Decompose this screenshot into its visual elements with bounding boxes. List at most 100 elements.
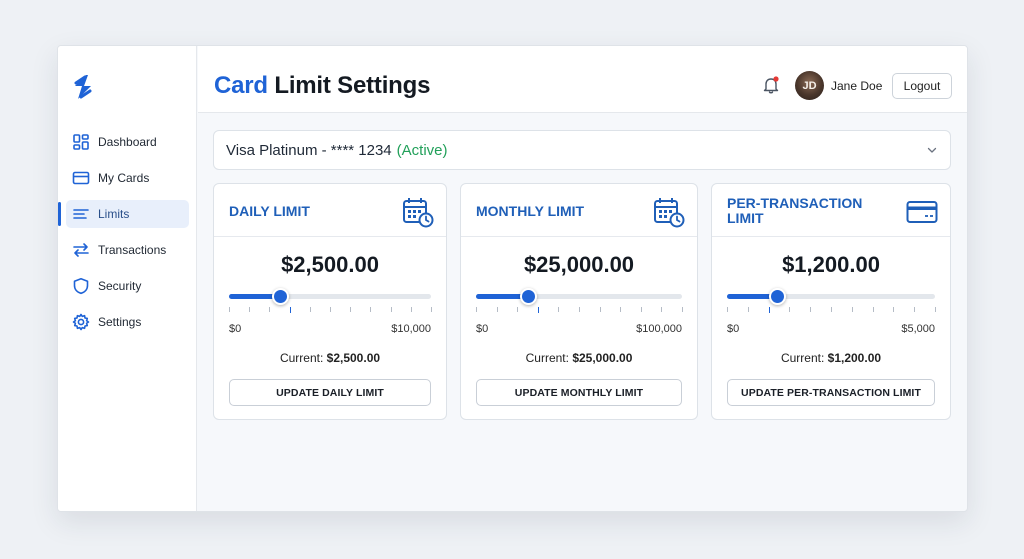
slider-tick	[831, 307, 832, 312]
slider-tick	[579, 307, 580, 312]
update-per-transaction-limit-button[interactable]: UPDATE PER-TRANSACTION LIMIT	[727, 379, 935, 406]
shield-icon	[72, 277, 90, 295]
limit-card-header: MONTHLY LIMIT	[461, 184, 697, 237]
slider-tick	[872, 307, 874, 312]
slider-tick	[537, 307, 539, 313]
slider-tick	[789, 307, 791, 312]
bell-icon[interactable]	[761, 75, 781, 95]
range-max-label: $10,000	[391, 323, 431, 335]
slider-tick	[935, 307, 936, 312]
current-value: $1,200.00	[827, 351, 882, 365]
daily-limit-card: DAILY LIMIT $2,500.00 $0 $10,000 Current…	[213, 183, 447, 420]
sidebar-item-dashboard[interactable]: Dashboard	[66, 128, 189, 156]
current-label: Current:	[780, 351, 825, 365]
slider-tick	[914, 307, 916, 312]
card-select-value: Visa Platinum - **** 1234	[226, 141, 392, 159]
current-label: Current:	[279, 351, 324, 365]
slider-tick	[249, 307, 251, 312]
dashboard-icon	[72, 133, 90, 151]
sidebar: Dashboard My Cards Limits Transactions S…	[58, 46, 197, 511]
slider-tick	[599, 307, 601, 312]
slider-tick	[893, 307, 895, 312]
slider-tick	[350, 307, 352, 312]
chevron-down-icon	[927, 147, 937, 153]
range-min-label: $0	[727, 323, 740, 335]
slider-tick	[851, 307, 853, 312]
slider-tick	[517, 307, 519, 312]
current-label: Current:	[525, 351, 569, 365]
limit-card-header: DAILY LIMIT	[214, 184, 446, 237]
sidebar-nav: Dashboard My Cards Limits Transactions S…	[58, 128, 197, 344]
credit-card-icon	[906, 201, 938, 223]
limit-title: MONTHLY LIMIT	[476, 203, 585, 219]
sidebar-item-security[interactable]: Security	[66, 272, 189, 300]
slider-tick	[269, 307, 271, 312]
lightning-bolt-logo-icon[interactable]	[72, 74, 94, 100]
slider-tick	[810, 307, 812, 312]
update-daily-limit-button[interactable]: UPDATE DAILY LIMIT	[229, 379, 431, 406]
card-status-badge: (Active)	[396, 141, 448, 159]
update-monthly-limit-button[interactable]: UPDATE MONTHLY LIMIT	[476, 379, 682, 406]
limit-amount: $1,200.00	[782, 252, 880, 277]
slider-thumb[interactable]	[519, 288, 537, 305]
slider-ticks	[229, 307, 432, 313]
page-title-rest: Limit Settings	[274, 72, 431, 99]
slider-thumb[interactable]	[768, 288, 786, 305]
range-max-label: $100,000	[636, 323, 682, 335]
sidebar-item-transactions[interactable]: Transactions	[66, 236, 189, 264]
sidebar-item-my-cards[interactable]: My Cards	[66, 164, 189, 192]
current-value: $2,500.00	[326, 351, 381, 365]
swap-arrows-icon	[72, 241, 90, 259]
page-title-accent: Card	[214, 72, 268, 99]
limit-slider[interactable]	[476, 288, 682, 305]
limit-slider[interactable]	[229, 288, 431, 305]
slider-tick	[747, 307, 749, 312]
sidebar-item-label: Limits	[98, 207, 130, 221]
slider-tick	[229, 307, 230, 312]
page-title: Card Limit Settings	[214, 72, 430, 100]
slider-tick	[330, 307, 331, 312]
slider-ticks	[727, 307, 936, 313]
limit-title: PER-TRANSACTION LIMIT	[727, 195, 863, 226]
card-select-dropdown[interactable]: Visa Platinum - **** 1234 (Active)	[213, 130, 951, 170]
avatar[interactable]: JD	[795, 71, 824, 100]
user-name: Jane Doe	[831, 79, 883, 93]
current-limit-text: Current: $1,200.00	[712, 351, 950, 365]
slider-tick	[431, 307, 432, 312]
per-transaction-limit-card: PER-TRANSACTION LIMIT $1,200.00 $0 $5,00…	[711, 183, 951, 420]
slider-tick	[558, 307, 560, 312]
range-min-label: $0	[229, 323, 242, 335]
sidebar-item-label: Security	[98, 279, 142, 293]
range-min-label: $0	[476, 323, 489, 335]
app-window: Dashboard My Cards Limits Transactions S…	[57, 45, 968, 512]
sidebar-item-label: Dashboard	[98, 135, 157, 149]
sidebar-item-label: My Cards	[98, 171, 150, 185]
current-limit-text: Current: $25,000.00	[461, 351, 697, 365]
limit-amount: $2,500.00	[281, 252, 379, 277]
slider-ticks	[476, 307, 683, 313]
slider-tick	[289, 307, 291, 313]
limit-slider[interactable]	[727, 288, 935, 305]
slider-thumb[interactable]	[271, 288, 289, 305]
sidebar-item-settings[interactable]: Settings	[66, 308, 189, 336]
calendar-clock-icon	[654, 198, 685, 228]
sidebar-item-label: Transactions	[98, 243, 167, 257]
credit-card-icon	[72, 169, 90, 187]
slider-tick	[682, 307, 683, 312]
slider-tick	[496, 307, 498, 312]
monthly-limit-card: MONTHLY LIMIT $25,000.00 $0 $100,000 Cur…	[460, 183, 698, 420]
slider-tick	[640, 307, 642, 312]
limit-card-header: PER-TRANSACTION LIMIT	[712, 184, 950, 237]
calendar-clock-icon	[403, 198, 434, 228]
gear-icon	[72, 313, 90, 331]
logout-button[interactable]: Logout	[892, 73, 952, 99]
list-lines-icon	[72, 205, 90, 223]
current-value: $25,000.00	[572, 351, 633, 365]
slider-tick	[620, 307, 622, 312]
sidebar-item-label: Settings	[98, 315, 142, 329]
slider-tick	[476, 307, 477, 312]
current-limit-text: Current: $2,500.00	[214, 351, 446, 365]
slider-tick	[661, 307, 663, 312]
sidebar-item-limits[interactable]: Limits	[58, 200, 189, 228]
slider-tick	[370, 307, 372, 312]
